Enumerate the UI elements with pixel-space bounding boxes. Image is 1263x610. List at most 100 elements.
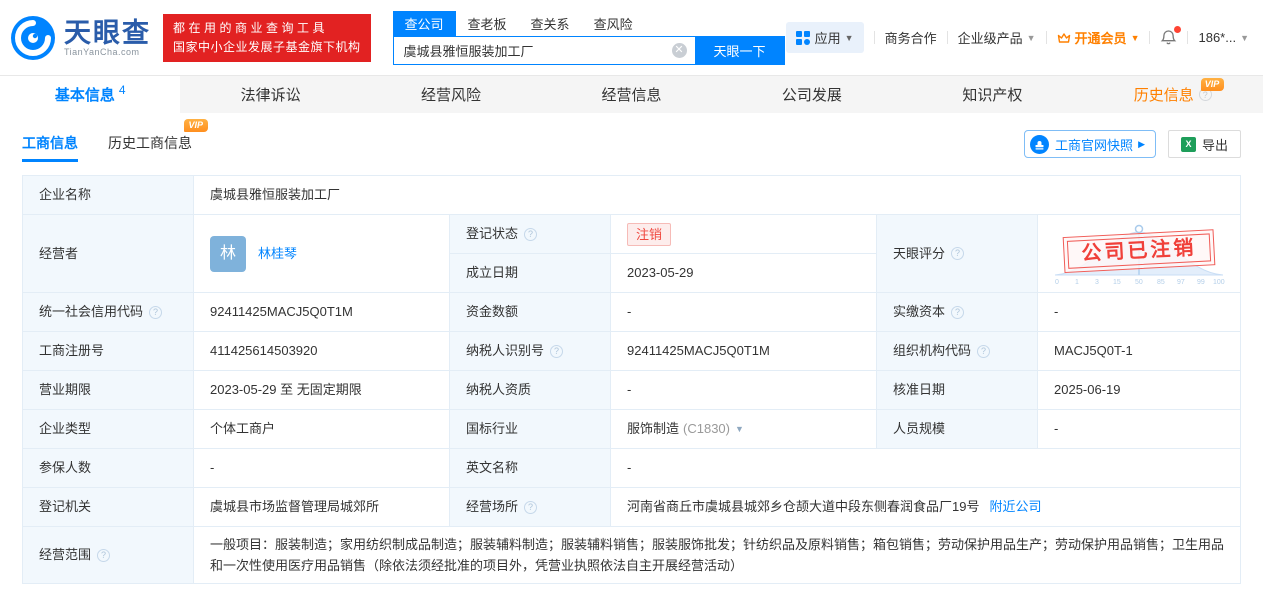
official-snapshot-button[interactable]: 工商官网快照 ▶ [1024, 130, 1156, 158]
value-business-scope: 一般项目：服装制造；家用纺织制成品制造；服装辅料制造；服装辅料销售；服装服饰批发… [194, 527, 1240, 583]
value-paid-capital: - [1038, 293, 1240, 331]
help-icon[interactable]: ? [524, 501, 537, 514]
crown-icon [1057, 31, 1071, 45]
label-taxpayer-id: 纳税人识别号 ? [450, 332, 610, 370]
value-company-type: 个体工商户 [194, 410, 449, 448]
section-tabs: 基本信息 4 法律诉讼 经营风险 经营信息 公司发展 知识产权 历史信息 ? V… [0, 75, 1263, 113]
excel-icon: X [1181, 137, 1196, 152]
clear-search-icon[interactable]: ✕ [672, 43, 687, 58]
apps-label: 应用 [815, 28, 841, 47]
vip-badge: VIP [184, 119, 208, 132]
subtab-business-info[interactable]: 工商信息 [22, 133, 78, 162]
value-taxpayer-id: 92411425MACJ5Q0T1M [611, 332, 876, 370]
label-operator: 经营者 [23, 215, 193, 292]
chevron-down-icon: ▼ [1027, 33, 1036, 43]
label-english-name: 英文名称 [450, 449, 610, 487]
search-tab-relation[interactable]: 查关系 [519, 11, 582, 36]
tab-basic-info[interactable]: 基本信息 4 [0, 76, 180, 113]
slogan-line2: 国家中小企业发展子基金旗下机构 [173, 38, 361, 57]
label-tianyan-score: 天眼评分 ? [877, 215, 1037, 292]
value-operator: 林 林桂琴 [194, 215, 449, 292]
industry-expand-icon[interactable]: ▼ [735, 419, 744, 439]
help-icon[interactable]: ? [97, 549, 110, 562]
value-establish-date: 2023-05-29 [611, 254, 876, 292]
account-phone: 186*... [1198, 30, 1236, 45]
nearby-companies-link[interactable]: 附近公司 [989, 497, 1041, 517]
top-header: 天眼查 TianYanCha.com 都在用的商业查询工具 国家中小企业发展子基… [0, 0, 1263, 75]
tianyan-score-chart: 0 1 3 15 50 85 97 99 100 公司已注销 [1038, 215, 1240, 292]
label-insured-count: 参保人数 [23, 449, 193, 487]
tab-intellectual-property[interactable]: 知识产权 [902, 76, 1082, 113]
vip-badge: VIP [1201, 78, 1225, 91]
value-staff-size: - [1038, 410, 1240, 448]
divider [1046, 31, 1047, 44]
search-area: 查公司 查老板 查关系 查风险 ✕ 天眼一下 [393, 11, 785, 65]
tab-operating-risk[interactable]: 经营风险 [361, 76, 541, 113]
value-business-place: 河南省商丘市虞城县城郊乡仓颉大道中段东侧春润食品厂19号 附近公司 [611, 488, 1240, 526]
label-establish-date: 成立日期 [450, 254, 610, 292]
svg-text:0: 0 [1055, 279, 1059, 286]
label-reg-authority: 登记机关 [23, 488, 193, 526]
value-registration-status: 注销 [611, 215, 876, 253]
search-tabs: 查公司 查老板 查关系 查风险 [393, 11, 785, 36]
business-info-table: 企业名称 虞城县雅恒服装加工厂 经营者 林 林桂琴 登记状态 ? 注销 成立日期… [22, 175, 1241, 584]
svg-text:97: 97 [1177, 279, 1185, 286]
export-button[interactable]: X 导出 [1168, 130, 1241, 158]
divider [1187, 31, 1188, 44]
value-org-code: MACJ5Q0T-1 [1038, 332, 1240, 370]
label-paid-capital: 实缴资本 ? [877, 293, 1037, 331]
stamp-icon [1030, 135, 1049, 154]
svg-text:15: 15 [1113, 279, 1121, 286]
label-business-term: 营业期限 [23, 371, 193, 409]
operator-avatar[interactable]: 林 [210, 236, 246, 272]
svg-text:3: 3 [1095, 279, 1099, 286]
label-company-name: 企业名称 [23, 176, 193, 214]
notification-dot [1174, 26, 1181, 33]
subtab-history-business-info[interactable]: 历史工商信息 VIP [108, 133, 192, 162]
tab-history-info[interactable]: 历史信息 ? VIP [1083, 76, 1263, 113]
notifications-bell[interactable] [1160, 29, 1177, 46]
help-icon[interactable]: ? [951, 306, 964, 319]
open-vip-menu[interactable]: 开通会员 ▼ [1057, 28, 1140, 47]
label-company-type: 企业类型 [23, 410, 193, 448]
apps-menu-button[interactable]: 应用 ▼ [786, 22, 864, 53]
search-tab-boss[interactable]: 查老板 [456, 11, 519, 36]
search-tab-risk[interactable]: 查风险 [582, 11, 645, 36]
label-capital-amount: 资金数额 [450, 293, 610, 331]
label-org-code: 组织机构代码 ? [877, 332, 1037, 370]
tianyancha-logo[interactable]: 天眼查 TianYanCha.com [10, 15, 151, 61]
svg-text:85: 85 [1157, 279, 1165, 286]
help-icon[interactable]: ? [951, 247, 964, 260]
tab-company-development[interactable]: 公司发展 [722, 76, 902, 113]
industry-code: (C1830) [683, 419, 730, 439]
value-capital-amount: - [611, 293, 876, 331]
apps-grid-icon [796, 31, 810, 45]
label-business-place: 经营场所 ? [450, 488, 610, 526]
arrow-right-icon: ▶ [1138, 139, 1145, 150]
help-icon[interactable]: ? [977, 345, 990, 358]
value-credit-code: 92411425MACJ5Q0T1M [194, 293, 449, 331]
tab-legal-proceedings[interactable]: 法律诉讼 [180, 76, 360, 113]
svg-text:99: 99 [1197, 279, 1205, 286]
status-badge-deregistered: 注销 [627, 223, 671, 246]
business-cooperation-link[interactable]: 商务合作 [885, 28, 937, 47]
help-icon[interactable]: ? [524, 228, 537, 241]
account-menu[interactable]: 186*... ▼ [1198, 30, 1249, 45]
enterprise-products-menu[interactable]: 企业级产品 ▼ [958, 28, 1036, 47]
value-industry: 服饰制造 (C1830) ▼ [611, 410, 876, 448]
value-insured-count: - [194, 449, 449, 487]
value-approval-date: 2025-06-19 [1038, 371, 1240, 409]
help-icon[interactable]: ? [550, 345, 563, 358]
search-input[interactable] [393, 36, 695, 65]
search-tab-company[interactable]: 查公司 [393, 11, 456, 36]
brand-name: 天眼查 [64, 19, 151, 47]
value-reg-number: 411425614503920 [194, 332, 449, 370]
svg-text:50: 50 [1135, 279, 1143, 286]
help-icon[interactable]: ? [149, 306, 162, 319]
search-button[interactable]: 天眼一下 [695, 36, 785, 65]
tab-operating-info[interactable]: 经营信息 [541, 76, 721, 113]
operator-name-link[interactable]: 林桂琴 [258, 244, 297, 264]
tianyancha-eye-icon [10, 15, 56, 61]
tab-basic-info-count: 4 [119, 83, 126, 97]
label-staff-size: 人员规模 [877, 410, 1037, 448]
